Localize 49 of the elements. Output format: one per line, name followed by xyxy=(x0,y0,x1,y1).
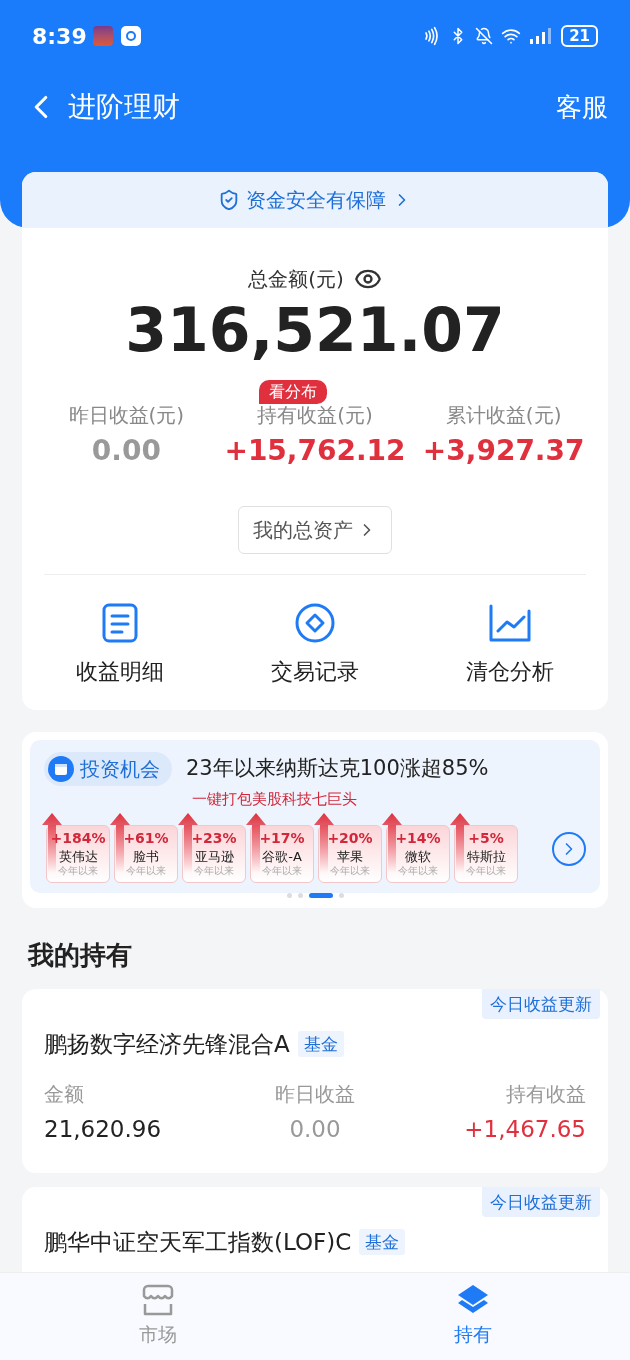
shield-icon xyxy=(218,189,240,211)
metric-label: 持有收益 xyxy=(506,1081,586,1108)
total-label: 总金额(元) xyxy=(248,266,344,293)
stat-value: 0.00 xyxy=(91,433,161,469)
metric-label: 金额 xyxy=(44,1081,84,1108)
total-amount: 316,521.07 xyxy=(125,294,505,366)
stat-label: 持有收益(元) xyxy=(257,402,373,429)
status-time: 8:39 xyxy=(32,22,87,51)
promo-tag: 投资机会 xyxy=(44,752,172,786)
metric-label: 昨日收益 xyxy=(275,1081,355,1108)
tab-item[interactable]: 持有 xyxy=(315,1273,630,1360)
bell-off-icon xyxy=(475,27,494,45)
stat-label: 昨日收益(元) xyxy=(68,402,185,429)
metric-value: 0.00 xyxy=(289,1115,341,1144)
stat-label: 累计收益(元) xyxy=(445,402,562,429)
promo-subtitle: 一键打包美股科技七巨头 xyxy=(192,789,357,810)
fund-name: 鹏华中证空天军工指数(LOF)C xyxy=(44,1228,352,1257)
metric-value: +1,467.65 xyxy=(464,1115,586,1144)
battery-indicator: 21 xyxy=(561,25,598,47)
section-title: 我的持有 xyxy=(28,938,132,972)
fund-tag: 基金 xyxy=(297,1030,344,1057)
shortcut-button[interactable]: 收益明细 xyxy=(22,601,218,688)
stat-value: +3,927.37 xyxy=(422,433,585,469)
safety-banner[interactable]: 资金安全有保障 xyxy=(22,172,608,228)
app-icon xyxy=(92,26,113,46)
shortcut-button[interactable]: 清仓分析 xyxy=(412,601,608,688)
document-icon xyxy=(100,603,139,643)
update-badge: 今日收益更新 xyxy=(482,1187,600,1217)
next-button[interactable] xyxy=(552,831,586,866)
holding-card[interactable]: 今日收益更新 鹏扬数字经济先锋混合A 基金 金额 21,620.96 昨日收益 0.00 持有收益 +1,467.65 xyxy=(22,988,608,1173)
page-title: 进阶理财 xyxy=(68,89,180,125)
signal-icon xyxy=(529,27,554,45)
fund-tag: 基金 xyxy=(359,1229,406,1256)
promo-banner[interactable]: 投资机会 23年以来纳斯达克100涨超85% 一键打包美股科技七巨头 +184% 英伟达 今年以来 +61% 脸书 今年以来 +23% 亚马逊 今年以来 +17% 谷歌-A 今年以来 +20% 苹果 今年以来 +14% 微软 今年以来 +5% 特斯拉 今年以来 xyxy=(30,740,600,893)
promo-headline: 23年以来纳斯达克100涨超85% xyxy=(186,755,489,783)
metric-value: 21,620.96 xyxy=(44,1115,162,1144)
total-assets-button[interactable]: 我的总资产 xyxy=(238,506,392,554)
diamond-circle-icon xyxy=(294,602,336,644)
update-badge: 今日收益更新 xyxy=(482,988,600,1019)
holding-card[interactable]: 今日收益更新 鹏华中证空天军工指数(LOF)C 基金 xyxy=(22,1187,608,1272)
wifi-icon xyxy=(501,26,522,46)
app-icon xyxy=(120,26,141,46)
line-chart-icon xyxy=(488,603,533,643)
distribution-badge[interactable]: 看分布 xyxy=(258,380,327,404)
stat-value: +15,762.12 xyxy=(224,433,406,469)
calendar-icon xyxy=(48,756,74,782)
fund-name: 鹏扬数字经济先锋混合A xyxy=(44,1029,290,1059)
customer-service-link[interactable]: 客服 xyxy=(556,87,608,127)
shortcut-button[interactable]: 交易记录 xyxy=(217,601,413,688)
